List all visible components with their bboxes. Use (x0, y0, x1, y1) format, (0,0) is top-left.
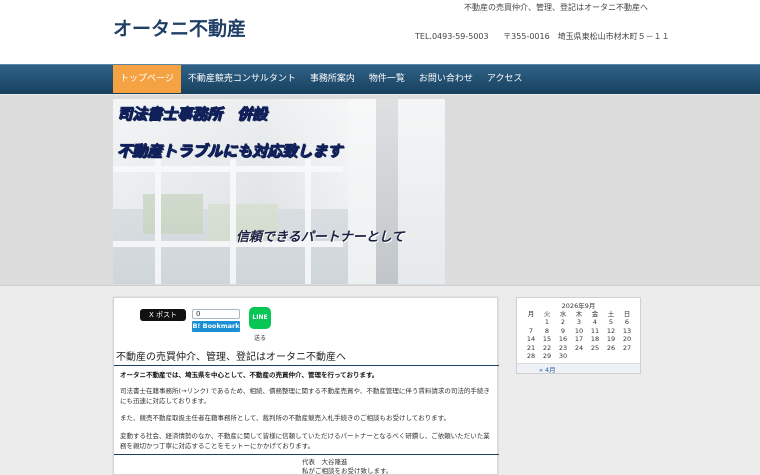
calendar-day: 29 (542, 352, 552, 361)
calendar-day: 21 (526, 343, 536, 352)
hero-headline-1: 司法書士事務所 併設 (117, 105, 268, 124)
calendar-day: 15 (542, 335, 552, 344)
main-content: X ポスト 0 B! Bookmark LINE 送る 不動産の売買仲介、管理、… (113, 297, 499, 475)
calendar-day: 6 (624, 318, 630, 327)
site-title[interactable]: オータニ不動産 (113, 14, 246, 41)
page-heading-text: 不動産の売買仲介、管理、登記はオータニ不動産へ (116, 352, 346, 363)
calendar-day: 22 (542, 343, 552, 352)
calendar-day: 17 (574, 335, 584, 344)
calendar-week: 28 29 30 (523, 352, 635, 361)
calendar-day: 27 (622, 343, 632, 352)
calendar-week: 1 2 3 4 5 6 (523, 318, 635, 327)
hero-tagline: 信頼できるパートナーとして (236, 230, 405, 245)
calendar-day: 5 (608, 318, 614, 327)
calendar-day: 9 (560, 326, 566, 335)
site-tagline: 不動産の売買仲介、管理、登記はオータニ不動産へ (464, 3, 648, 12)
calendar-day: 12 (606, 326, 616, 335)
weekday-sun: 日 (623, 310, 631, 318)
calendar-day (603, 352, 619, 361)
calendar-weekday-row: 月 火 水 木 金 土 日 (523, 308, 635, 318)
representative-note: 私がご相談をお受け致します。 (302, 467, 393, 475)
calendar-day (619, 352, 635, 361)
bookmark-count: 0 (192, 309, 240, 319)
calendar-day: 3 (576, 318, 582, 327)
line-share-caption[interactable]: 送る (250, 333, 270, 342)
calendar-day: 10 (574, 326, 584, 335)
phone-number: TEL.0493-59-5003 (415, 32, 489, 41)
calendar-day: 19 (606, 335, 616, 344)
calendar-week: 14 15 16 17 18 19 20 (523, 335, 635, 344)
share-buttons: X ポスト 0 B! Bookmark LINE 送る (140, 307, 280, 343)
calendar-day (523, 318, 539, 327)
calendar-week: 21 22 23 24 25 26 27 (523, 344, 635, 353)
nav-item-top[interactable]: トップページ (113, 65, 181, 93)
page-heading: 不動産の売買仲介、管理、登記はオータニ不動産へ (114, 348, 499, 366)
site-header: 不動産の売買仲介、管理、登記はオータニ不動産へ オータニ不動産 TEL.0493… (0, 0, 760, 64)
hero-veil (113, 99, 445, 284)
nav-item-office[interactable]: 事務所案内 (303, 65, 362, 93)
calendar-day: 16 (558, 335, 568, 344)
intro-paragraph: オータニ不動産では、埼玉県を中心として、不動産の売買仲介、管理を行っております。 (120, 370, 492, 380)
x-post-button[interactable]: X ポスト (140, 309, 186, 321)
calendar-day: 30 (558, 352, 568, 361)
hero-headline-2: 不動産トラブルにも対応致します (117, 142, 343, 161)
address: 〒355-0016 埼玉県東松山市材木町５－１１ (503, 32, 670, 41)
calendar-table: 月 火 水 木 金 土 日 1 2 3 4 5 6 7 8 9 10 11 12… (523, 308, 635, 361)
calendar-day: 11 (590, 326, 600, 335)
weekday-sat: 土 (607, 310, 615, 318)
content-divider (114, 454, 499, 455)
calendar-day: 2 (560, 318, 566, 327)
hatena-bookmark-button[interactable]: B! Bookmark (192, 321, 240, 332)
nav-item-access[interactable]: アクセス (480, 65, 530, 93)
hero-banner: 司法書士事務所 併設 不動産トラブルにも対応致します 信頼できるパートナーとして (113, 99, 445, 284)
nav-item-auction-consultant[interactable]: 不動産競売コンサルタント (181, 65, 303, 93)
calendar-day: 26 (606, 343, 616, 352)
calendar-day (571, 352, 587, 361)
calendar-day: 20 (622, 335, 632, 344)
calendar-day: 14 (526, 335, 536, 344)
calendar-day: 18 (590, 335, 600, 344)
calendar-day: 8 (544, 326, 550, 335)
representative-signature: 代表 大谷隆進 私がご相談をお受け致します。 (302, 458, 392, 475)
nav-item-contact[interactable]: お問い合わせ (412, 65, 480, 93)
calendar-day (587, 352, 603, 361)
calendar-week: 7 8 9 10 11 12 13 (523, 327, 635, 336)
calendar-day: 28 (526, 352, 536, 361)
motto-paragraph: 変動する社会、経済情勢のなか、不動産に関して皆様に信頼していただけるパートナーと… (120, 432, 490, 450)
contact-info: TEL.0493-59-5003 〒355-0016 埼玉県東松山市材木町５－１… (415, 31, 682, 42)
line-share-icon[interactable]: LINE (249, 307, 271, 329)
intro-text: オータニ不動産では、埼玉県を中心として、不動産の売買仲介、管理を行っております。 (120, 371, 379, 379)
calendar-day: 1 (544, 318, 550, 327)
main-nav: トップページ 不動産競売コンサルタント 事務所案内 物件一覧 お問い合わせ アク… (0, 64, 760, 94)
calendar-title: 2026年9月 (561, 302, 596, 310)
calendar-day: 13 (622, 326, 632, 335)
calendar-day: 24 (574, 343, 584, 352)
weekday-mon: 月 (527, 310, 535, 318)
calendar-widget: 2026年9月 月 火 水 木 金 土 日 1 2 3 4 5 6 7 8 9 … (516, 297, 641, 374)
calendar-day: 4 (592, 318, 598, 327)
calendar-day: 25 (590, 343, 600, 352)
calendar-day: 7 (528, 326, 534, 335)
auction-paragraph: また、競売不動産取扱主任者在籍事務所として、裁判所の不動産競売入札手続きのご相談… (120, 414, 450, 422)
calendar-day: 23 (558, 343, 568, 352)
nav-item-properties[interactable]: 物件一覧 (362, 65, 412, 93)
weekday-tue: 火 (543, 310, 551, 318)
scrivener-paragraph: 司法書士在籍事務所(→リンク) であるため、相続、債務整理に関する不動産売買や、… (120, 387, 490, 405)
calendar-prev-month-link[interactable]: « 4月 (517, 363, 640, 374)
representative-name: 代表 大谷隆進 (302, 458, 348, 466)
